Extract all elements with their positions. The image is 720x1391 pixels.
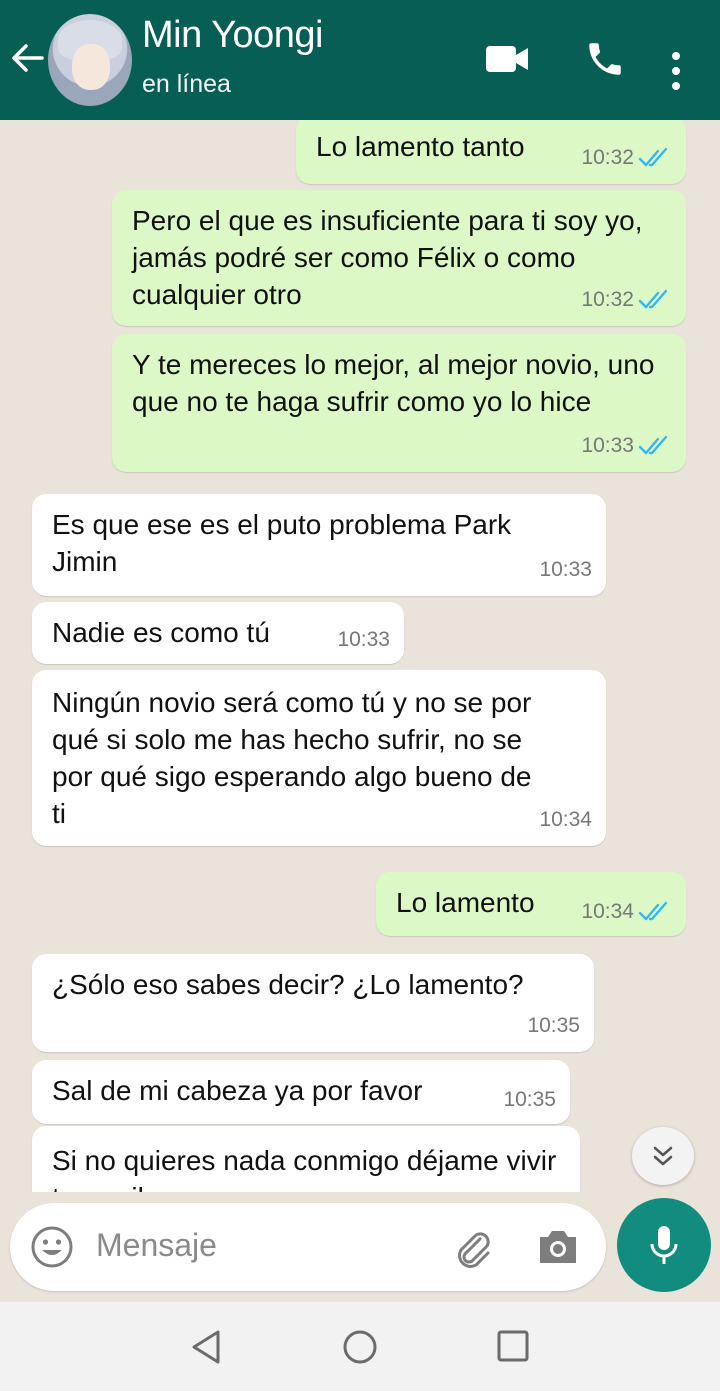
message-time: 10:32 — [581, 146, 634, 169]
recents-square-icon[interactable] — [496, 1329, 530, 1363]
message-text: ¿Sólo eso sabes decir? ¿Lo lamento? — [52, 969, 524, 1000]
home-circle-icon[interactable] — [342, 1329, 378, 1365]
message-composer: Mensaje — [10, 1203, 606, 1291]
system-navigation-bar — [0, 1302, 720, 1391]
contact-status: en línea — [142, 70, 231, 98]
incoming-message[interactable]: ¿Sólo eso sabes decir? ¿Lo lamento? 10:3… — [32, 954, 594, 1052]
message-time: 10:34 — [539, 808, 592, 831]
contact-name[interactable]: Min Yoongi — [142, 14, 323, 57]
message-text: Es que ese es el puto problema Park Jimi… — [52, 509, 512, 577]
outgoing-message[interactable]: Pero el que es insuficiente para ti soy … — [112, 190, 686, 326]
outgoing-message[interactable]: Y te mereces lo mejor, al mejor novio, u… — [112, 334, 686, 472]
emoji-icon[interactable] — [30, 1225, 74, 1269]
message-time: 10:34 — [581, 900, 634, 923]
message-time: 10:35 — [527, 1014, 580, 1037]
attach-icon[interactable] — [450, 1225, 494, 1269]
message-input[interactable]: Mensaje — [96, 1227, 217, 1264]
back-triangle-icon[interactable] — [188, 1328, 224, 1366]
outgoing-message[interactable]: Lo lamento 10:34 — [376, 872, 686, 936]
incoming-message[interactable]: Es que ese es el puto problema Park Jimi… — [32, 494, 606, 596]
avatar[interactable] — [48, 14, 132, 106]
message-text: Si no quieres nada conmigo déjame vivir … — [52, 1145, 557, 1192]
message-text: Lo lamento tanto — [316, 131, 525, 162]
chat-area[interactable]: Lo lamento tanto 10:32 Pero el que es in… — [0, 120, 720, 1192]
more-options-icon[interactable] — [664, 48, 688, 94]
read-receipt-icon — [638, 289, 668, 308]
message-time: 10:35 — [503, 1088, 556, 1111]
message-text: Ningún novio será como tú y no se por qu… — [52, 687, 532, 829]
outgoing-message[interactable]: Lo lamento tanto 10:32 — [296, 120, 686, 184]
video-call-icon[interactable] — [484, 42, 530, 76]
mic-icon — [650, 1226, 678, 1264]
incoming-message[interactable]: Si no quieres nada conmigo déjame vivir … — [32, 1126, 580, 1192]
scroll-to-bottom-button[interactable] — [632, 1127, 694, 1185]
read-receipt-icon — [638, 147, 668, 166]
voice-record-button[interactable] — [617, 1198, 711, 1292]
double-chevron-down-icon — [653, 1146, 673, 1166]
back-arrow-icon[interactable] — [8, 36, 48, 80]
camera-icon[interactable] — [536, 1227, 580, 1267]
message-text: Y te mereces lo mejor, al mejor novio, u… — [132, 349, 655, 417]
read-receipt-icon — [638, 901, 668, 920]
message-text: Nadie es como tú — [52, 617, 270, 648]
chat-header: Min Yoongi en línea — [0, 0, 720, 120]
read-receipt-icon — [638, 435, 668, 454]
voice-call-icon[interactable] — [584, 38, 626, 80]
message-time: 10:33 — [337, 628, 390, 651]
incoming-message[interactable]: Nadie es como tú 10:33 — [32, 602, 404, 664]
message-text: Sal de mi cabeza ya por favor — [52, 1075, 423, 1106]
incoming-message[interactable]: Ningún novio será como tú y no se por qu… — [32, 670, 606, 846]
message-time: 10:33 — [539, 558, 592, 581]
message-text: Lo lamento — [396, 887, 535, 918]
message-time: 10:32 — [581, 288, 634, 311]
incoming-message[interactable]: Sal de mi cabeza ya por favor 10:35 — [32, 1060, 570, 1124]
message-time: 10:33 — [581, 434, 634, 457]
